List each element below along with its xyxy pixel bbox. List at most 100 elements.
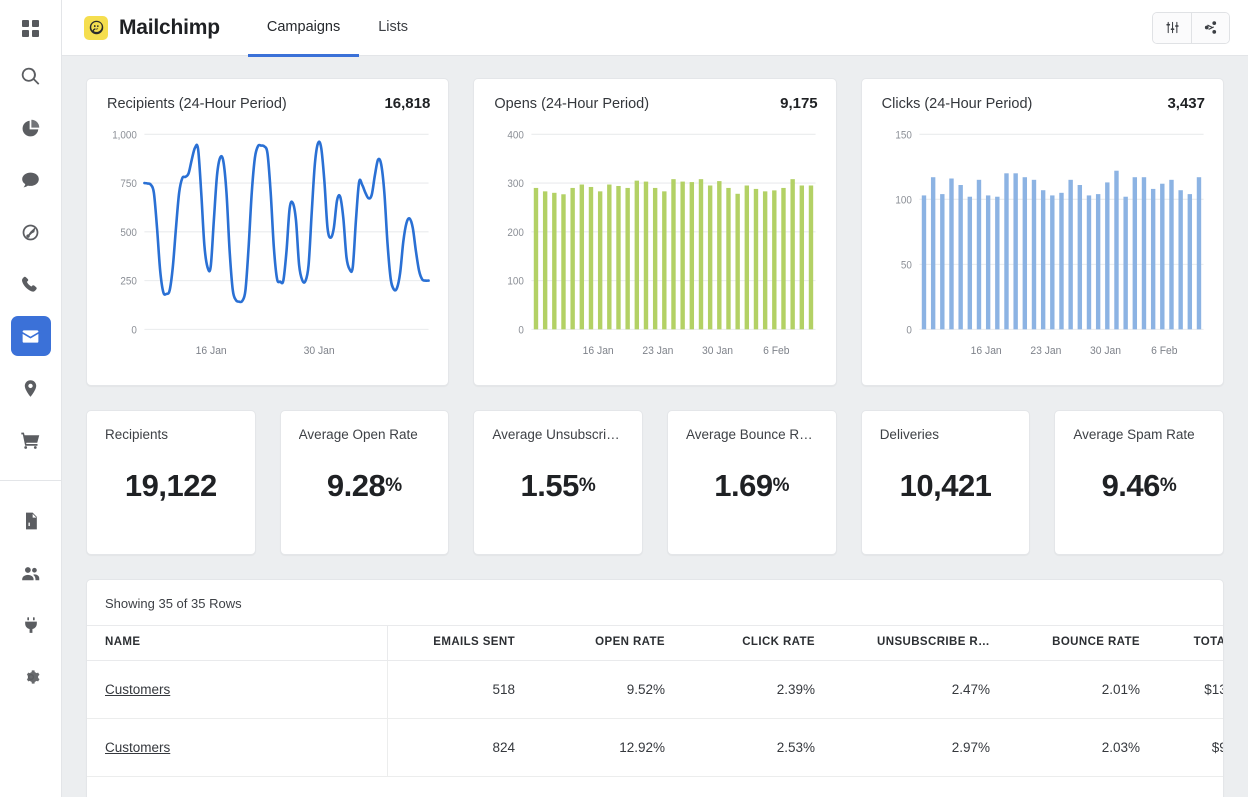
campaign-link[interactable]: Customers <box>105 740 170 755</box>
campaigns-table-card: Showing 35 of 35 Rows NAME EMAILS SENT O… <box>86 579 1224 797</box>
table-header-row: NAME EMAILS SENT OPEN RATE CLICK RATE UN… <box>87 625 1223 661</box>
svg-text:6 Feb: 6 Feb <box>763 345 789 358</box>
kpi-value: 19,122 <box>124 468 217 503</box>
chart-card-clicks: Clicks (24-Hour Period) 3,437 0 50 100 150 1… <box>860 78 1224 386</box>
chat-bubble-icon <box>22 172 39 187</box>
sidebar-item-chat[interactable] <box>11 160 51 200</box>
svg-text:750: 750 <box>120 179 137 191</box>
pie-chart-icon <box>22 119 40 136</box>
svg-text:50: 50 <box>901 260 912 272</box>
apps-launcher-button[interactable] <box>0 0 61 56</box>
kpi-label: Average Bounce R… <box>686 427 813 442</box>
sidebar-item-commerce[interactable] <box>11 420 51 460</box>
svg-text:500: 500 <box>120 228 137 240</box>
kpi-label: Average Open Rate <box>298 427 418 442</box>
table-cell-click-rate: 2.53% <box>679 718 829 777</box>
kpi-value-wrap: 1.69% <box>686 442 818 544</box>
kpi-card-average-open-rate: Average Open Rate 9.28% <box>279 410 450 555</box>
kpi-label: Average Unsubscri… <box>492 427 620 442</box>
tab-lists[interactable]: Lists <box>359 1 427 57</box>
svg-text:6 Feb: 6 Feb <box>1151 345 1177 358</box>
grid-icon <box>22 19 39 37</box>
campaign-link[interactable]: Customers <box>105 682 170 697</box>
plug-icon <box>24 617 37 633</box>
search-icon <box>21 67 40 85</box>
column-header-emails-sent[interactable]: EMAILS SENT <box>387 625 529 661</box>
column-header-total-revenue[interactable]: TOTAL RE <box>1154 625 1223 661</box>
kpi-value: 1.69 <box>714 468 773 503</box>
sidebar-item-settings[interactable] <box>11 657 51 697</box>
table-cell-unsubscribe-rate: 2.47% <box>829 660 1004 719</box>
kpi-value-wrap: 1.55% <box>492 442 624 544</box>
kpi-card-average-bounce-rate: Average Bounce R… 1.69% <box>667 410 837 555</box>
map-pin-icon <box>24 379 37 397</box>
kpi-value: 1.55 <box>520 468 580 503</box>
svg-text:200: 200 <box>508 228 525 240</box>
kpi-card-average-unsubscribe-rate: Average Unsubscri… 1.55% <box>473 410 644 555</box>
report-document-icon <box>25 512 37 530</box>
table-row[interactable]: Customers 824 12.92% 2.53% 2.97% 2.03% $… <box>87 718 1223 777</box>
table-cell-emails-sent: 824 <box>387 718 529 777</box>
svg-text:1,000: 1,000 <box>112 130 137 142</box>
table-row-count: Showing 35 of 35 Rows <box>105 596 242 611</box>
svg-text:16 Jan: 16 Jan <box>583 345 614 358</box>
column-header-bounce-rate[interactable]: BOUNCE RATE <box>1004 625 1154 661</box>
column-header-open-rate[interactable]: OPEN RATE <box>529 625 679 661</box>
filter-button[interactable] <box>1153 12 1191 43</box>
table-cell-open-rate: 9.52% <box>529 660 679 719</box>
svg-text:16 Jan: 16 Jan <box>970 345 1001 358</box>
sidebar-item-reports[interactable] <box>11 501 51 541</box>
kpi-card-recipients: Recipients 19,122 <box>86 410 256 555</box>
sidebar-secondary-nav <box>0 501 61 709</box>
column-header-name[interactable]: NAME <box>87 625 388 661</box>
kpi-label: Average Spam Rate <box>1073 427 1195 442</box>
share-button[interactable] <box>1191 12 1229 43</box>
tab-campaigns[interactable]: Campaigns <box>247 1 360 57</box>
sidebar-item-email[interactable] <box>10 316 51 356</box>
column-header-unsubscribe-rate[interactable]: UNSUBSCRIBE R… <box>829 625 1004 661</box>
table-cell-emails-sent: 518 <box>387 660 529 719</box>
table-cell-click-rate: 2.39% <box>679 660 829 719</box>
svg-text:0: 0 <box>131 325 137 337</box>
chart-title: Clicks (24-Hour Period) <box>881 96 1033 112</box>
people-icon <box>22 566 40 580</box>
phone-icon <box>22 276 37 292</box>
kpi-suffix: % <box>385 475 403 496</box>
sidebar-item-campaigns[interactable] <box>11 212 51 252</box>
sidebar-item-analytics[interactable] <box>11 108 51 148</box>
kpi-row: Recipients 19,122 Average Open Rate 9.28… <box>86 410 1225 555</box>
charts-row: Recipients (24-Hour Period) 16,818 0 250 5… <box>86 78 1224 386</box>
sliders-filter-icon <box>1165 21 1179 34</box>
svg-text:0: 0 <box>906 325 912 337</box>
app-root: Mailchimp Campaigns Lists Recipients (24… <box>0 0 1248 797</box>
svg-text:23 Jan: 23 Jan <box>1030 345 1061 358</box>
chart-total: 9,175 <box>780 95 818 112</box>
svg-text:250: 250 <box>120 276 137 288</box>
chart-total: 3,437 <box>1167 95 1205 112</box>
kpi-card-average-spam-rate: Average Spam Rate 9.46% <box>1054 410 1225 555</box>
main-region: Mailchimp Campaigns Lists Recipients (24… <box>62 0 1248 797</box>
sidebar-item-contacts[interactable] <box>11 553 51 593</box>
kpi-value-wrap: 19,122 <box>105 442 237 544</box>
kpi-suffix: % <box>772 475 790 496</box>
sidebar-item-calls[interactable] <box>11 264 51 304</box>
svg-text:16 Jan: 16 Jan <box>196 345 227 358</box>
top-bar-actions <box>1152 11 1230 44</box>
table-cell-total-revenue: $9,706 <box>1154 718 1223 777</box>
chart-plot-area: 0 100 200 300 400 16 Jan 23 Jan 30 Jan 6 Feb <box>490 126 819 375</box>
sidebar-item-search[interactable] <box>11 56 51 96</box>
table-cell-open-rate: 12.92% <box>529 718 679 777</box>
column-header-click-rate[interactable]: CLICK RATE <box>679 625 829 661</box>
chart-card-recipients: Recipients (24-Hour Period) 16,818 0 250 5… <box>86 78 450 386</box>
chart-card-opens: Opens (24-Hour Period) 9,175 0 100 200 300 4… <box>473 78 837 386</box>
table-row[interactable]: Customers 518 9.52% 2.39% 2.47% 2.01% $1… <box>87 660 1223 719</box>
table-cell-unsubscribe-rate: 2.97% <box>829 718 1004 777</box>
opens-bar-chart: 0 100 200 300 400 16 Jan 23 Jan 30 Jan 6 Feb <box>508 130 816 358</box>
sidebar-item-locations[interactable] <box>11 368 51 408</box>
sidebar-divider <box>0 480 62 481</box>
sidebar-item-integrations[interactable] <box>11 605 51 645</box>
svg-text:23 Jan: 23 Jan <box>643 345 674 358</box>
svg-text:100: 100 <box>895 195 912 207</box>
sidebar-primary-nav <box>0 56 61 472</box>
table-cell-bounce-rate: 2.03% <box>1004 718 1154 777</box>
